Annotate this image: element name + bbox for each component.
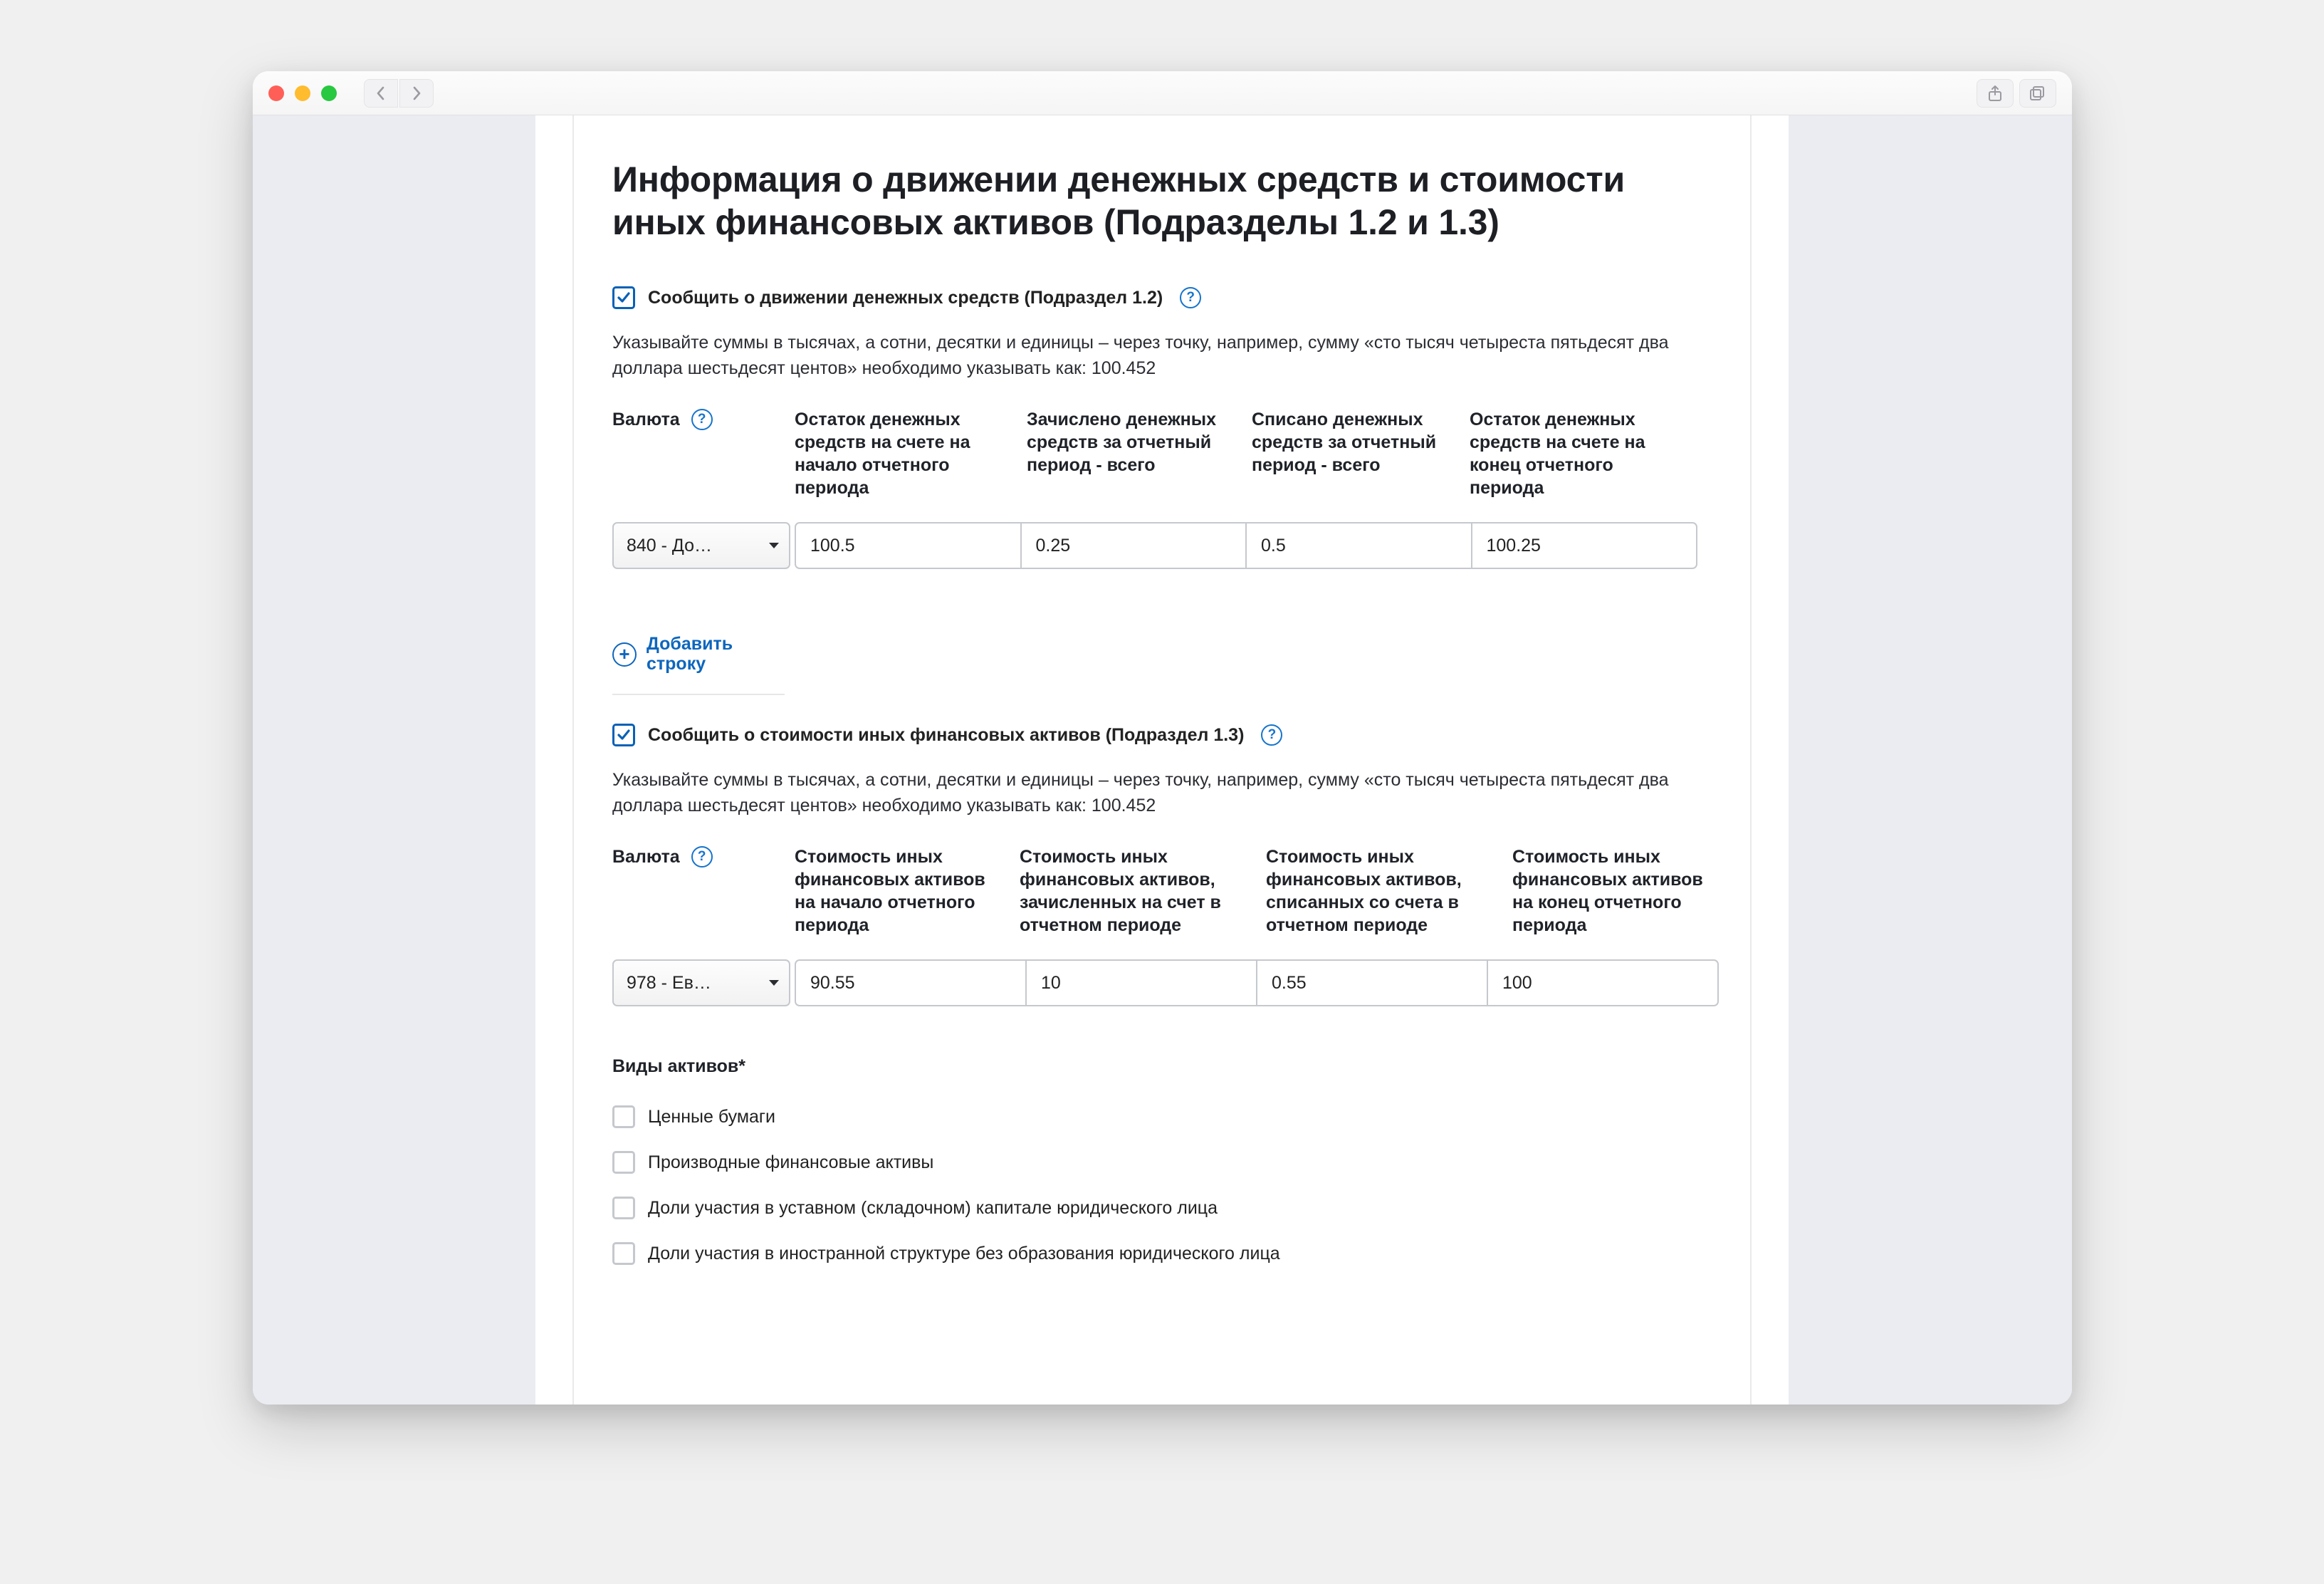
asset-label-1: Производные финансовые активы <box>648 1152 933 1173</box>
col-open-balance: Остаток денежных средств на счете на нач… <box>795 408 1022 499</box>
page-title: Информация о движении денежных средств и… <box>612 158 1712 244</box>
asset-checkbox-0[interactable] <box>612 1105 635 1128</box>
asset-row-3: Доли участия в иностранной структуре без… <box>612 1231 1712 1276</box>
asset-label-2: Доли участия в уставном (складочном) кап… <box>648 1198 1218 1219</box>
section12-checkbox-label: Сообщить о движении денежных средств (По… <box>648 288 1163 308</box>
col-assets-in: Стоимость иных финансовых активов, зачис… <box>1020 845 1262 937</box>
section13-header: Валюта ? Стоимость иных финансовых актив… <box>612 845 1712 937</box>
assets-close-input[interactable]: 100 <box>1487 961 1717 1005</box>
col-credited: Зачислено денежных средств за отчетный п… <box>1027 408 1247 476</box>
col-currency-2: Валюта ? <box>612 845 790 868</box>
help-icon[interactable]: ? <box>691 846 713 867</box>
asset-label-0: Ценные бумаги <box>648 1107 775 1127</box>
share-icon <box>1987 85 2003 102</box>
minimize-window-icon[interactable] <box>295 85 310 101</box>
check-icon <box>617 291 631 304</box>
copy-icon <box>2029 85 2046 101</box>
section12-checkbox-row: Сообщить о движении денежных средств (По… <box>612 286 1712 309</box>
assets-in-input[interactable]: 10 <box>1025 961 1256 1005</box>
debited-input[interactable]: 0.5 <box>1245 523 1471 568</box>
help-icon[interactable]: ? <box>1180 287 1201 308</box>
browser-window: Информация о движении денежных средств и… <box>253 71 2072 1405</box>
currency-select-2[interactable]: 978 - Ев… <box>612 959 790 1006</box>
section13-hint: Указывайте суммы в тысячах, а сотни, дес… <box>612 768 1712 818</box>
col-close-balance: Остаток денежных средств на счете на кон… <box>1470 408 1697 499</box>
assets-open-input[interactable]: 90.55 <box>796 961 1025 1005</box>
section13-checkbox-label: Сообщить о стоимости иных финансовых акт… <box>648 725 1244 746</box>
browser-viewport: Информация о движении денежных средств и… <box>253 115 2072 1405</box>
back-button[interactable] <box>364 79 398 108</box>
col-assets-out: Стоимость иных финансовых активов, списа… <box>1266 845 1508 937</box>
nav-buttons <box>364 79 434 108</box>
add-row-button[interactable]: Добавить строку <box>612 626 785 695</box>
asset-row-1: Производные финансовые активы <box>612 1140 1712 1185</box>
open-balance-input[interactable]: 100.5 <box>796 523 1020 568</box>
chevron-down-icon <box>769 980 779 986</box>
section13-checkbox-row: Сообщить о стоимости иных финансовых акт… <box>612 724 1712 746</box>
check-icon <box>617 729 631 741</box>
plus-icon <box>612 642 637 667</box>
help-icon[interactable]: ? <box>691 409 713 430</box>
col-assets-close: Стоимость иных финансовых активов на кон… <box>1512 845 1719 937</box>
col-currency-label: Валюта <box>612 408 680 431</box>
tabs-button[interactable] <box>2019 79 2056 108</box>
section12-hint: Указывайте суммы в тысячах, а сотни, дес… <box>612 330 1712 381</box>
close-window-icon[interactable] <box>268 85 284 101</box>
col-assets-open: Стоимость иных финансовых активов на нач… <box>795 845 1015 937</box>
section13-checkbox[interactable] <box>612 724 635 746</box>
asset-checkbox-3[interactable] <box>612 1242 635 1265</box>
forward-button[interactable] <box>399 79 434 108</box>
maximize-window-icon[interactable] <box>321 85 337 101</box>
col-currency: Валюта ? <box>612 408 790 431</box>
currency-select-value: 840 - До… <box>627 536 712 556</box>
col-debited: Списано денежных средств за отчетный пер… <box>1252 408 1465 476</box>
currency-select[interactable]: 840 - До… <box>612 522 790 569</box>
asset-label-3: Доли участия в иностранной структуре без… <box>648 1244 1280 1264</box>
currency-select-2-value: 978 - Ев… <box>627 973 711 994</box>
assets-out-input[interactable]: 0.55 <box>1256 961 1487 1005</box>
credited-input[interactable]: 0.25 <box>1020 523 1246 568</box>
toolbar-right <box>1977 79 2056 108</box>
asset-checkbox-1[interactable] <box>612 1151 635 1174</box>
chevron-left-icon <box>375 85 387 101</box>
add-row-label: Добавить строку <box>647 635 785 674</box>
assets-label: Виды активов* <box>612 1056 1712 1077</box>
help-icon[interactable]: ? <box>1261 724 1282 746</box>
col-currency-2-label: Валюта <box>612 845 680 868</box>
section12-checkbox[interactable] <box>612 286 635 309</box>
section13-values: 90.55 10 0.55 100 <box>795 959 1719 1006</box>
section12-values: 100.5 0.25 0.5 100.25 <box>795 522 1697 569</box>
chevron-down-icon <box>769 543 779 548</box>
share-button[interactable] <box>1977 79 2014 108</box>
asset-row-2: Доли участия в уставном (складочном) кап… <box>612 1185 1712 1231</box>
asset-checkbox-2[interactable] <box>612 1197 635 1219</box>
close-balance-input[interactable]: 100.25 <box>1471 523 1697 568</box>
asset-row-0: Ценные бумаги <box>612 1094 1712 1140</box>
window-controls <box>268 85 337 101</box>
form-page: Информация о движении денежных средств и… <box>535 115 1789 1405</box>
chevron-right-icon <box>411 85 422 101</box>
browser-toolbar <box>253 71 2072 115</box>
section12-row: 840 - До… 100.5 0.25 0.5 100.25 <box>612 522 1712 569</box>
section13-row: 978 - Ев… 90.55 10 0.55 100 <box>612 959 1712 1006</box>
section12-header: Валюта ? Остаток денежных средств на сче… <box>612 408 1712 499</box>
